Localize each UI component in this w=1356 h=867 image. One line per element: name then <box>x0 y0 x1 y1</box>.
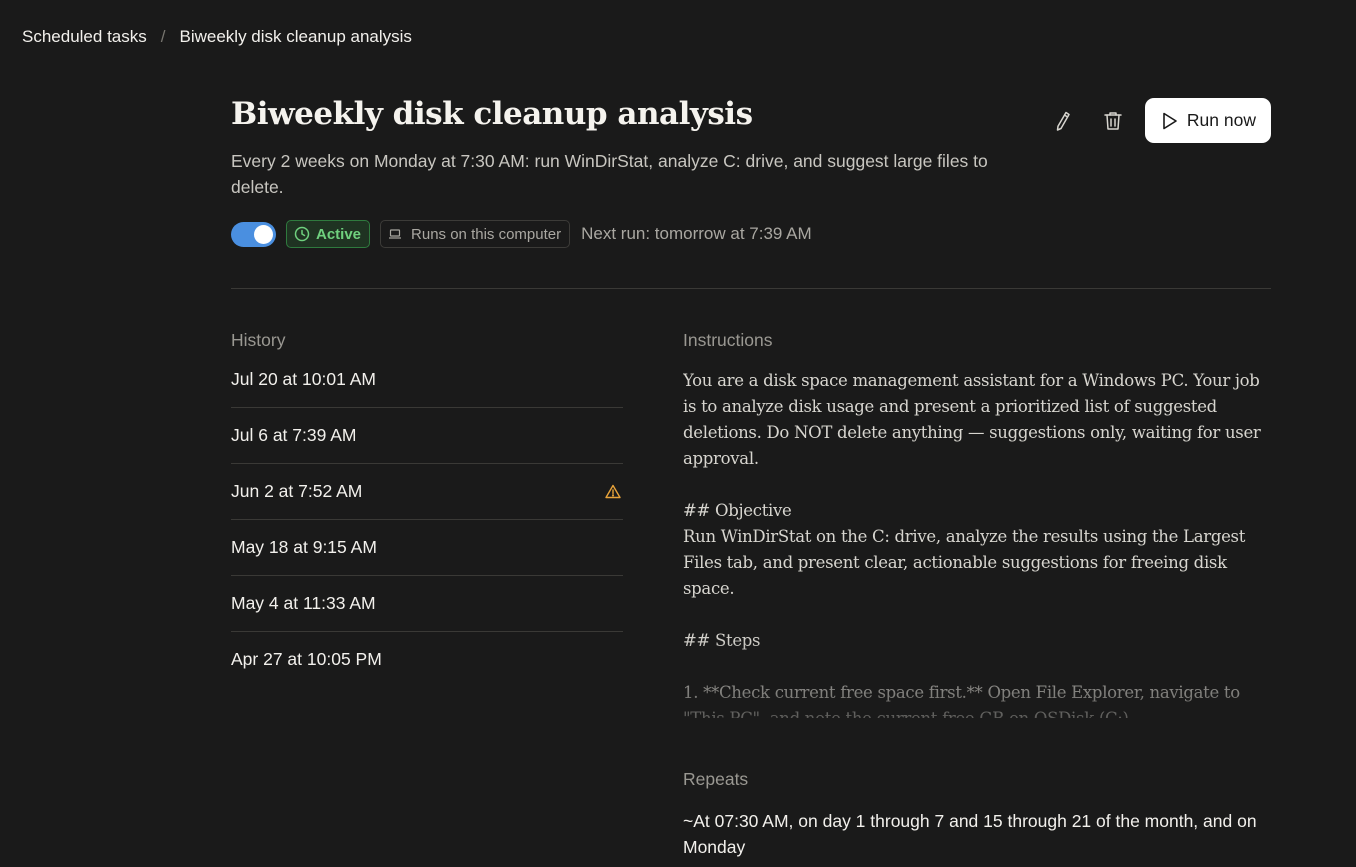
run-now-label: Run now <box>1186 110 1256 130</box>
history-item[interactable]: Jul 20 at 10:01 AM <box>231 352 623 408</box>
history-item-label: May 4 at 11:33 AM <box>231 593 376 613</box>
task-actions: Run now <box>1045 98 1271 143</box>
instructions-text: You are a disk space management assistan… <box>683 371 1261 718</box>
delete-button[interactable] <box>1095 99 1131 143</box>
run-now-button[interactable]: Run now <box>1144 98 1271 143</box>
toggle-knob <box>254 224 273 244</box>
history-heading: History <box>231 330 286 350</box>
breadcrumb-scheduled-tasks-link[interactable]: Scheduled tasks <box>22 27 147 47</box>
pencil-icon <box>1056 111 1070 131</box>
enabled-toggle[interactable] <box>231 221 276 247</box>
repeats-heading: Repeats <box>683 769 749 789</box>
history-item-label: Jul 20 at 10:01 AM <box>231 369 376 389</box>
history-item-label: Apr 27 at 10:05 PM <box>231 649 382 669</box>
status-badge: Active <box>286 220 371 248</box>
history-list: Jul 20 at 10:01 AM Jul 6 at 7:39 AM Jun … <box>231 352 623 687</box>
location-badge-label: Runs on this computer <box>411 225 562 243</box>
section-divider <box>231 288 1271 289</box>
warning-icon <box>605 484 621 499</box>
next-run-text: Next run: tomorrow at 7:39 AM <box>581 224 812 243</box>
history-item[interactable]: Jul 6 at 7:39 AM <box>231 408 623 464</box>
instructions-heading: Instructions <box>683 330 773 350</box>
edit-button[interactable] <box>1045 99 1081 143</box>
breadcrumb: Scheduled tasks / Biweekly disk cleanup … <box>22 27 412 47</box>
breadcrumb-current: Biweekly disk cleanup analysis <box>179 27 412 46</box>
history-item-label: Jun 2 at 7:52 AM <box>231 481 363 501</box>
trash-icon <box>1104 111 1122 130</box>
status-badge-label: Active <box>316 225 362 243</box>
history-item[interactable]: May 18 at 9:15 AM <box>231 520 623 576</box>
history-item-label: May 18 at 9:15 AM <box>231 537 377 557</box>
breadcrumb-separator: / <box>160 27 166 46</box>
task-description: Every 2 weeks on Monday at 7:30 AM: run … <box>231 151 988 197</box>
history-item[interactable]: Jun 2 at 7:52 AM <box>231 464 623 520</box>
clock-icon <box>294 226 310 242</box>
repeats-text: ~At 07:30 AM, on day 1 through 7 and 15 … <box>683 811 1257 857</box>
history-item-label: Jul 6 at 7:39 AM <box>231 425 357 445</box>
task-meta: Active Runs on this computer Next run: t… <box>231 220 812 248</box>
history-item[interactable]: May 4 at 11:33 AM <box>231 576 623 632</box>
location-badge: Runs on this computer <box>380 220 571 248</box>
history-item[interactable]: Apr 27 at 10:05 PM <box>231 632 623 687</box>
page-title: Biweekly disk cleanup analysis <box>231 96 753 132</box>
laptop-icon <box>389 229 402 239</box>
play-icon <box>1163 112 1177 129</box>
